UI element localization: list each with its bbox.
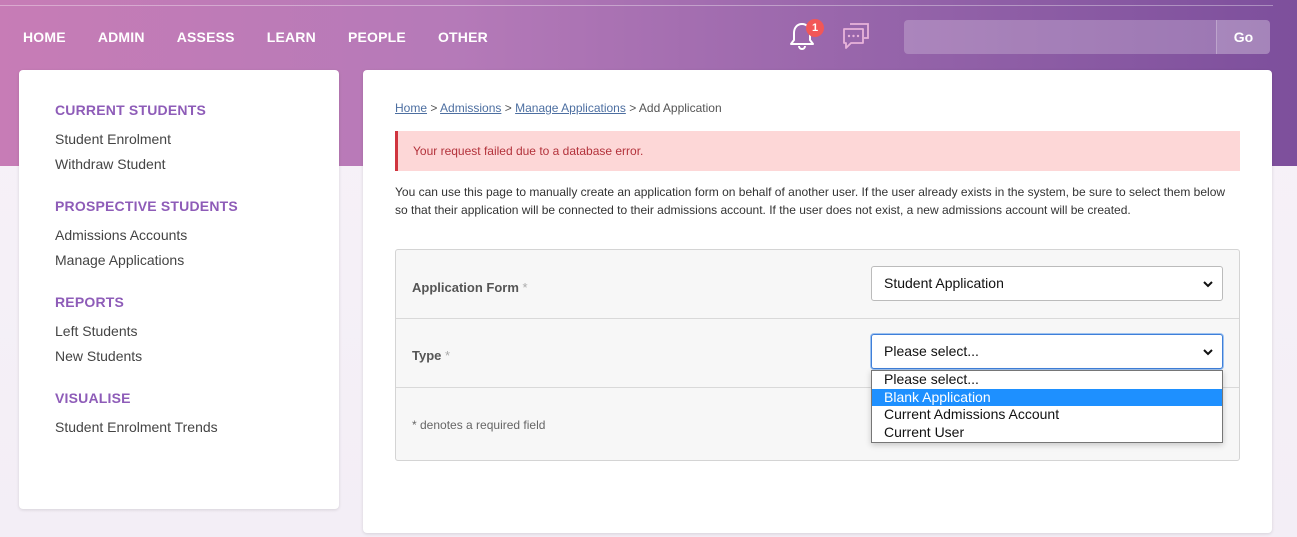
type-select[interactable]: Please select... — [871, 334, 1223, 369]
sidebar-item-left-students[interactable]: Left Students — [55, 319, 303, 344]
type-option-current-admissions-account[interactable]: Current Admissions Account — [872, 406, 1222, 424]
sidebar-heading: VISUALISE — [55, 390, 131, 406]
type-option-please-select[interactable]: Please select... — [872, 371, 1222, 389]
sidebar-section-reports: REPORTS Left Students New Students — [55, 294, 303, 369]
type-option-blank-application[interactable]: Blank Application — [872, 388, 1222, 407]
sidebar-section-current-students: CURRENT STUDENTS Student Enrolment Withd… — [55, 102, 303, 177]
form-row-application-form: Application Form * Student Application — [396, 250, 1239, 319]
notification-badge: 1 — [806, 19, 824, 37]
page-description: You can use this page to manually create… — [395, 185, 1226, 217]
type-label: Type * — [412, 348, 450, 363]
breadcrumb-admissions[interactable]: Admissions — [440, 101, 501, 115]
breadcrumb: Home > Admissions > Manage Applications … — [395, 101, 722, 115]
sidebar-heading: CURRENT STUDENTS — [55, 102, 206, 118]
nav-other[interactable]: OTHER — [438, 29, 488, 45]
type-option-current-user[interactable]: Current User — [872, 424, 1222, 442]
select-value: Student Application — [884, 275, 1004, 291]
go-button[interactable]: Go — [1216, 20, 1270, 54]
required-star: * — [522, 280, 528, 295]
sidebar-item-withdraw-student[interactable]: Withdraw Student — [55, 152, 303, 177]
sidebar-section-visualise: VISUALISE Student Enrolment Trends — [55, 390, 303, 440]
nav-people[interactable]: PEOPLE — [348, 29, 406, 45]
breadcrumb-manage-applications[interactable]: Manage Applications — [515, 101, 626, 115]
select-value: Please select... — [884, 343, 979, 359]
sidebar-item-new-students[interactable]: New Students — [55, 344, 303, 369]
type-dropdown-list: Please select... Blank Application Curre… — [871, 370, 1223, 443]
sidebar: CURRENT STUDENTS Student Enrolment Withd… — [19, 70, 339, 509]
breadcrumb-current: Add Application — [638, 101, 722, 115]
nav-learn[interactable]: LEARN — [267, 29, 316, 45]
main-nav: HOME ADMIN ASSESS LEARN PEOPLE OTHER — [23, 29, 520, 45]
header-divider — [0, 5, 1273, 6]
nav-home[interactable]: HOME — [23, 29, 66, 45]
breadcrumb-separator: > — [430, 101, 438, 115]
application-form-select[interactable]: Student Application — [871, 266, 1223, 301]
message-icon[interactable] — [840, 20, 872, 52]
sidebar-item-manage-applications[interactable]: Manage Applications — [55, 248, 303, 273]
breadcrumb-separator: > — [629, 101, 637, 115]
label-text: Application Form — [412, 280, 519, 295]
sidebar-item-admissions-accounts[interactable]: Admissions Accounts — [55, 223, 303, 248]
sidebar-heading: REPORTS — [55, 294, 125, 310]
error-alert: Your request failed due to a database er… — [395, 131, 1240, 171]
search-input[interactable] — [904, 20, 1216, 54]
breadcrumb-home[interactable]: Home — [395, 101, 427, 115]
chevron-down-icon — [1203, 349, 1213, 356]
sidebar-section-prospective-students: PROSPECTIVE STUDENTS Admissions Accounts… — [55, 198, 303, 273]
required-field-note: * denotes a required field — [412, 418, 546, 432]
nav-admin[interactable]: ADMIN — [98, 29, 145, 45]
breadcrumb-separator: > — [504, 101, 512, 115]
nav-assess[interactable]: ASSESS — [177, 29, 235, 45]
application-form-label: Application Form * — [412, 280, 528, 295]
sidebar-item-student-enrolment[interactable]: Student Enrolment — [55, 127, 303, 152]
label-text: Type — [412, 348, 442, 363]
main-content: Home > Admissions > Manage Applications … — [363, 70, 1272, 533]
required-star: * — [445, 348, 451, 363]
sidebar-item-student-enrolment-trends[interactable]: Student Enrolment Trends — [55, 415, 303, 440]
chevron-down-icon — [1203, 281, 1213, 288]
sidebar-heading: PROSPECTIVE STUDENTS — [55, 198, 238, 214]
